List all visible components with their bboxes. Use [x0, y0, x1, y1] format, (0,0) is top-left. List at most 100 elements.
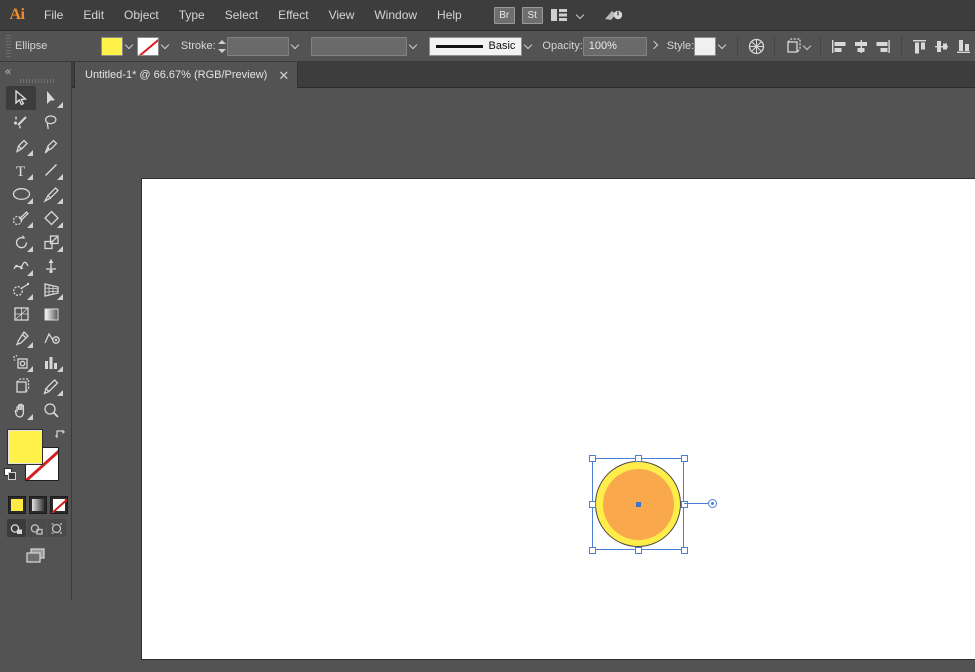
artboard-tool[interactable]: [6, 374, 36, 398]
opacity-label: Opacity:: [542, 40, 582, 52]
handle-bottom-right[interactable]: [681, 547, 688, 554]
fill-swatch[interactable]: [101, 37, 123, 56]
line-segment-tool[interactable]: [36, 158, 66, 182]
chevron-down-icon[interactable]: [577, 11, 586, 20]
opacity-chevron-right-icon[interactable]: [647, 37, 661, 56]
menu-type[interactable]: Type: [169, 0, 215, 31]
lasso-tool[interactable]: [36, 110, 66, 134]
stroke-chevron-down-icon[interactable]: [159, 37, 173, 56]
menu-window[interactable]: Window: [364, 0, 427, 31]
close-icon[interactable]: ✕: [278, 69, 289, 82]
fill-color-swatch[interactable]: [8, 430, 42, 464]
bridge-button[interactable]: Br: [494, 7, 515, 24]
align-center-horizontal-icon[interactable]: [850, 35, 872, 57]
handle-top-left[interactable]: [589, 455, 596, 462]
slice-tool[interactable]: [36, 374, 66, 398]
default-fill-stroke-icon[interactable]: [4, 468, 17, 481]
mesh-tool[interactable]: [6, 302, 36, 326]
stroke-profile-input[interactable]: [311, 37, 407, 56]
color-button[interactable]: [8, 496, 26, 514]
rotation-handle-line: [684, 503, 710, 504]
menu-bar: Ai File Edit Object Type Select Effect V…: [0, 0, 975, 31]
menu-view[interactable]: View: [319, 0, 365, 31]
document-tab-title: Untitled-1* @ 66.67% (RGB/Preview): [85, 69, 267, 81]
handle-top-center[interactable]: [635, 455, 642, 462]
menu-file[interactable]: File: [34, 0, 73, 31]
handle-middle-left[interactable]: [589, 501, 596, 508]
rotation-handle[interactable]: [708, 499, 717, 508]
stroke-weight-chevron-down-icon[interactable]: [289, 37, 303, 56]
menu-edit[interactable]: Edit: [73, 0, 114, 31]
draw-inside-button[interactable]: [47, 519, 66, 537]
workspace-switcher-icon[interactable]: [603, 6, 625, 24]
align-top-icon[interactable]: [909, 35, 931, 57]
rotate-tool[interactable]: [6, 230, 36, 254]
brush-definition-field[interactable]: Basic: [429, 37, 523, 56]
svg-text:T: T: [16, 164, 25, 178]
free-transform-tool[interactable]: [36, 254, 66, 278]
gradient-tool[interactable]: [36, 302, 66, 326]
hand-tool[interactable]: [6, 398, 36, 422]
width-tool[interactable]: [6, 254, 36, 278]
gradient-button[interactable]: [29, 496, 47, 514]
blend-tool[interactable]: [36, 326, 66, 350]
recolor-artwork-icon[interactable]: [745, 35, 767, 57]
selected-ellipse-group[interactable]: [595, 461, 687, 553]
stock-button[interactable]: St: [522, 7, 543, 24]
align-right-icon[interactable]: [872, 35, 894, 57]
fill-chevron-down-icon[interactable]: [123, 37, 137, 56]
zoom-tool[interactable]: [36, 398, 66, 422]
menu-help[interactable]: Help: [427, 0, 472, 31]
artboard[interactable]: [141, 178, 975, 660]
menubar-tools: Br St: [494, 6, 625, 24]
canvas-area[interactable]: [72, 88, 975, 672]
magic-wand-tool[interactable]: [6, 110, 36, 134]
brush-stroke-preview-icon: [436, 45, 483, 48]
double-chevron-left-icon[interactable]: «: [5, 66, 10, 78]
transform-icon[interactable]: [782, 35, 804, 57]
eraser-tool[interactable]: [36, 206, 66, 230]
menu-select[interactable]: Select: [215, 0, 268, 31]
handle-bottom-left[interactable]: [589, 547, 596, 554]
draw-behind-button[interactable]: [27, 519, 46, 537]
opacity-input[interactable]: 100%: [583, 37, 647, 56]
curvature-tool[interactable]: [36, 134, 66, 158]
brush-chevron-down-icon[interactable]: [522, 37, 536, 56]
type-tool[interactable]: T: [6, 158, 36, 182]
change-screen-mode-icon[interactable]: [22, 547, 50, 569]
handle-top-right[interactable]: [681, 455, 688, 462]
menu-effect[interactable]: Effect: [268, 0, 318, 31]
stroke-profile-chevron-down-icon[interactable]: [407, 37, 421, 56]
eyedropper-tool[interactable]: [6, 326, 36, 350]
anchor-point-center[interactable]: [636, 502, 641, 507]
scale-tool[interactable]: [36, 230, 66, 254]
symbol-sprayer-tool[interactable]: [6, 350, 36, 374]
style-chevron-down-icon[interactable]: [716, 37, 730, 56]
align-bottom-icon[interactable]: [953, 35, 975, 57]
align-center-vertical-icon[interactable]: [931, 35, 953, 57]
graphic-style-swatch[interactable]: [694, 37, 716, 56]
align-left-icon[interactable]: [828, 35, 850, 57]
tools-panel-grip[interactable]: [20, 79, 54, 83]
stroke-swatch[interactable]: [137, 37, 159, 56]
stroke-weight-input[interactable]: [227, 37, 289, 56]
arrange-documents-icon[interactable]: [550, 7, 570, 23]
direct-selection-tool[interactable]: [36, 86, 66, 110]
stroke-weight-stepper[interactable]: [216, 37, 227, 56]
draw-normal-button[interactable]: [7, 519, 26, 537]
transform-chevron-down-icon[interactable]: [804, 42, 813, 51]
paintbrush-tool[interactable]: [36, 182, 66, 206]
column-graph-tool[interactable]: [36, 350, 66, 374]
selection-tool[interactable]: [6, 86, 36, 110]
handle-bottom-center[interactable]: [635, 547, 642, 554]
control-bar-grip[interactable]: [6, 35, 11, 57]
shaper-tool[interactable]: [6, 206, 36, 230]
menu-object[interactable]: Object: [114, 0, 169, 31]
perspective-grid-tool[interactable]: [36, 278, 66, 302]
none-button[interactable]: [50, 496, 68, 514]
pen-tool[interactable]: [6, 134, 36, 158]
shape-builder-tool[interactable]: [6, 278, 36, 302]
document-tab[interactable]: Untitled-1* @ 66.67% (RGB/Preview) ✕: [74, 62, 298, 88]
swap-fill-stroke-icon[interactable]: [54, 428, 68, 442]
ellipse-tool[interactable]: [6, 182, 36, 206]
